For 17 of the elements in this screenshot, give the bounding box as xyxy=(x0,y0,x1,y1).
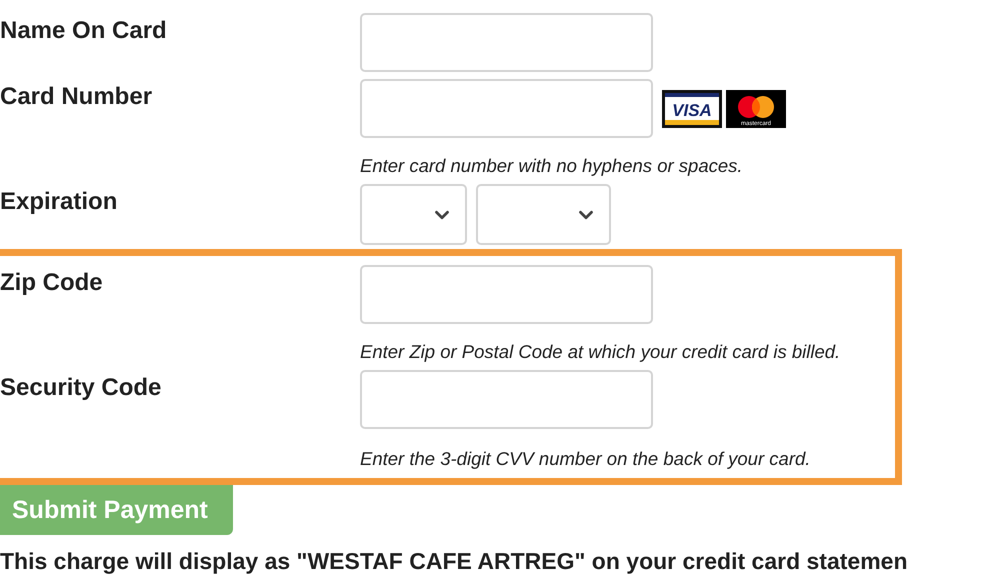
field-label: Card Number xyxy=(0,82,154,112)
text-field[interactable] xyxy=(360,13,653,72)
field-label: Expiration xyxy=(0,187,118,217)
submit-button[interactable]: Submit Payment xyxy=(0,485,233,535)
text-field[interactable] xyxy=(360,370,653,429)
field-label: Security Code xyxy=(0,373,162,403)
text-field[interactable] xyxy=(360,265,653,324)
hint-text: Enter Zip or Postal Code at which your credit card is billed. xyxy=(360,341,842,363)
field-label: Zip Code xyxy=(0,268,104,298)
visa-logo: VISA xyxy=(662,90,722,128)
dropdown[interactable] xyxy=(360,184,467,245)
hint-text: Enter card number with no hyphens or spaces. xyxy=(360,155,744,177)
text-field[interactable] xyxy=(360,79,653,138)
notice-text: This charge will display as "WESTAF CAFE ARTREG" on your credit card statemen xyxy=(0,547,908,575)
dropdown[interactable] xyxy=(476,184,611,245)
hint-text: Enter the 3-digit CVV number on the back of your card. xyxy=(360,448,812,470)
field-label: Name On Card xyxy=(0,16,168,46)
